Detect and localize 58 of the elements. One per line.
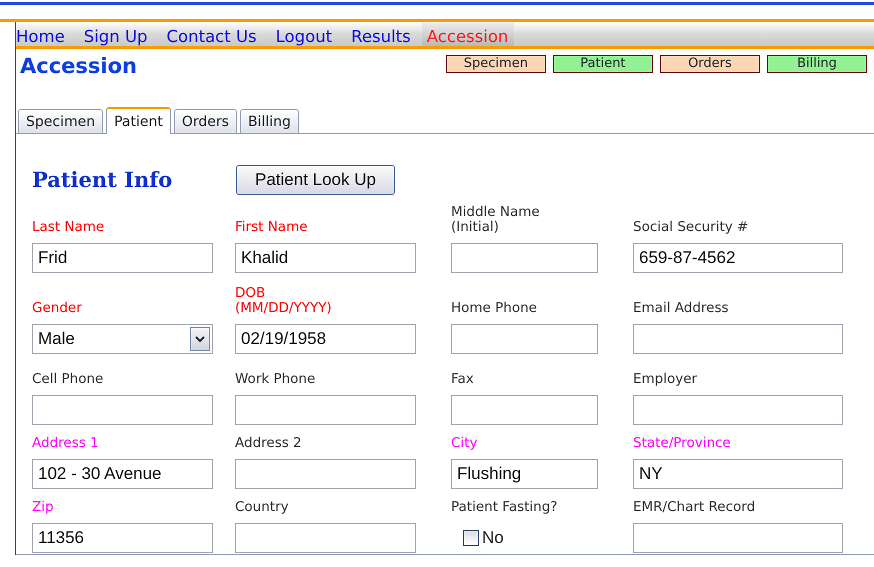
field-label: Social Security # [633,220,748,235]
input-field[interactable] [633,395,843,425]
nav-link[interactable]: Sign Up [84,22,154,46]
field-label: Home Phone [451,301,537,316]
status-box: Orders [660,55,760,73]
input-field[interactable] [451,395,598,425]
input-field[interactable] [32,395,213,425]
nav-link[interactable]: Contact Us [166,22,263,46]
tab[interactable]: Orders [174,109,237,133]
input-field[interactable]: 659-87-4562 [633,243,843,273]
nav-link[interactable]: Home [16,22,71,46]
field-label: First Name [235,220,308,235]
input-field[interactable]: Flushing [451,459,598,489]
checkbox-label: No [482,527,504,550]
tab[interactable]: Specimen [18,109,104,133]
caret-icon [190,327,210,351]
input-field[interactable]: 11356 [32,523,213,553]
input-field[interactable] [451,324,598,354]
field-label: Fax [451,372,474,387]
field-label: State/Province [633,436,731,451]
input-field[interactable] [633,324,843,354]
tab[interactable]: Patient [106,107,171,134]
field-label: City [451,436,478,451]
field-label: Email Address [633,301,729,316]
nav-link[interactable]: Results [351,22,417,46]
field-label: Address 1 [32,436,99,451]
input-field[interactable] [235,459,416,489]
lookup-button[interactable]: Patient Look Up [236,165,395,195]
nav-link[interactable]: Logout [276,22,338,46]
field-label: Cell Phone [32,372,104,387]
tab[interactable]: Billing [240,109,299,133]
field-label: Address 2 [235,436,302,451]
input-field[interactable] [235,523,416,553]
field-label: Middle Name (Initial) [451,205,541,235]
input-field[interactable] [235,395,416,425]
field-label: DOB (MM/DD/YYYY) [235,286,333,316]
field-label: Zip [32,500,54,515]
checkbox[interactable] [463,530,479,546]
field-label: Country [235,500,289,515]
status-box: Billing [766,55,868,73]
input-field[interactable]: NY [633,459,843,489]
field-label: Patient Fasting? [451,500,558,515]
input-field[interactable]: 102 - 30 Avenue [32,459,213,489]
field-label: Gender [32,301,82,316]
input-field[interactable]: 02/19/1958 [235,324,416,354]
select-field[interactable]: Male [32,324,213,354]
field-label: Last Name [32,220,104,235]
input-field[interactable]: Khalid [235,243,416,273]
page-title: Accession [20,53,138,80]
status-box: Specimen [446,55,546,73]
input-field[interactable]: Frid [32,243,213,273]
input-field[interactable] [633,523,843,553]
field-label: Work Phone [235,372,316,387]
status-box: Patient [552,55,653,73]
section-title: Patient Info [32,166,174,194]
input-field[interactable] [451,243,598,273]
field-label: Employer [633,372,698,387]
field-label: EMR/Chart Record [633,500,756,515]
